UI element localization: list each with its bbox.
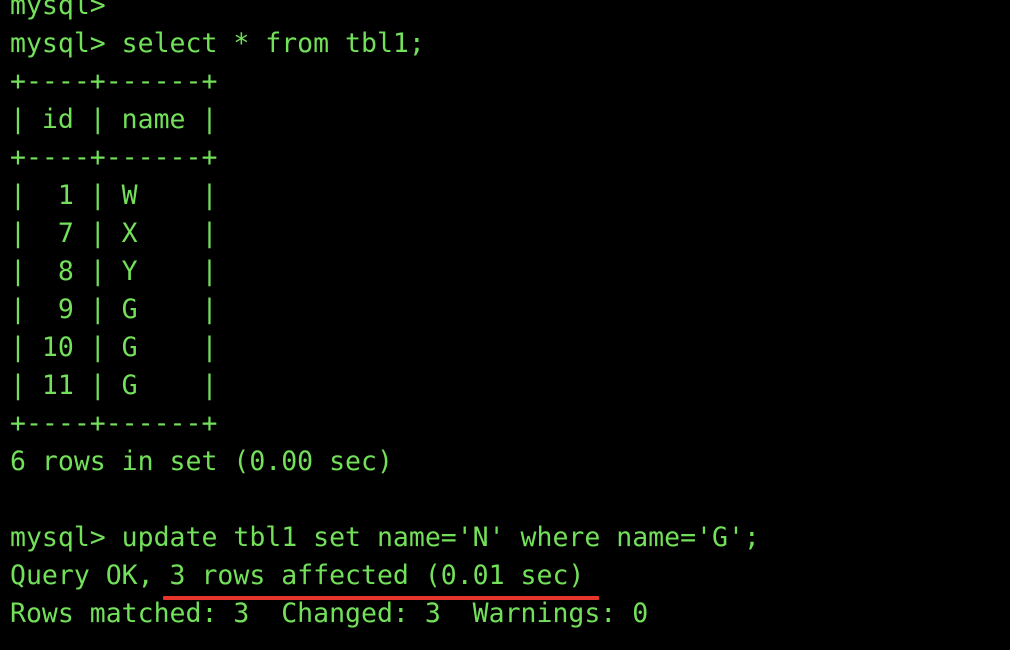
command-line-select: mysql> select * from tbl1; bbox=[10, 28, 425, 59]
table-row: | 7 | X | bbox=[10, 218, 218, 249]
table-row: | 11 | G | bbox=[10, 370, 218, 401]
command-line-update: mysql> update tbl1 set name='N' where na… bbox=[10, 522, 760, 553]
result-summary-line: 6 rows in set (0.00 sec) bbox=[10, 446, 393, 477]
rows-matched-line: Rows matched: 3 Changed: 3 Warnings: 0 bbox=[10, 598, 649, 629]
table-border-header: +----+------+ bbox=[10, 142, 218, 173]
table-row: | 10 | G | bbox=[10, 332, 218, 363]
highlight-underline bbox=[163, 596, 599, 600]
table-row: | 1 | W | bbox=[10, 180, 218, 211]
terminal-window[interactable]: mysql> mysql> select * from tbl1; +----+… bbox=[0, 0, 1010, 650]
table-header-row: | id | name | bbox=[10, 104, 218, 135]
table-row: | 8 | Y | bbox=[10, 256, 218, 287]
query-ok-line: Query OK, 3 rows affected (0.01 sec) bbox=[10, 560, 585, 591]
table-row: | 9 | G | bbox=[10, 294, 218, 325]
table-border-top: +----+------+ bbox=[10, 66, 218, 97]
table-border-bottom: +----+------+ bbox=[10, 408, 218, 439]
prompt-line: mysql> bbox=[10, 0, 106, 21]
